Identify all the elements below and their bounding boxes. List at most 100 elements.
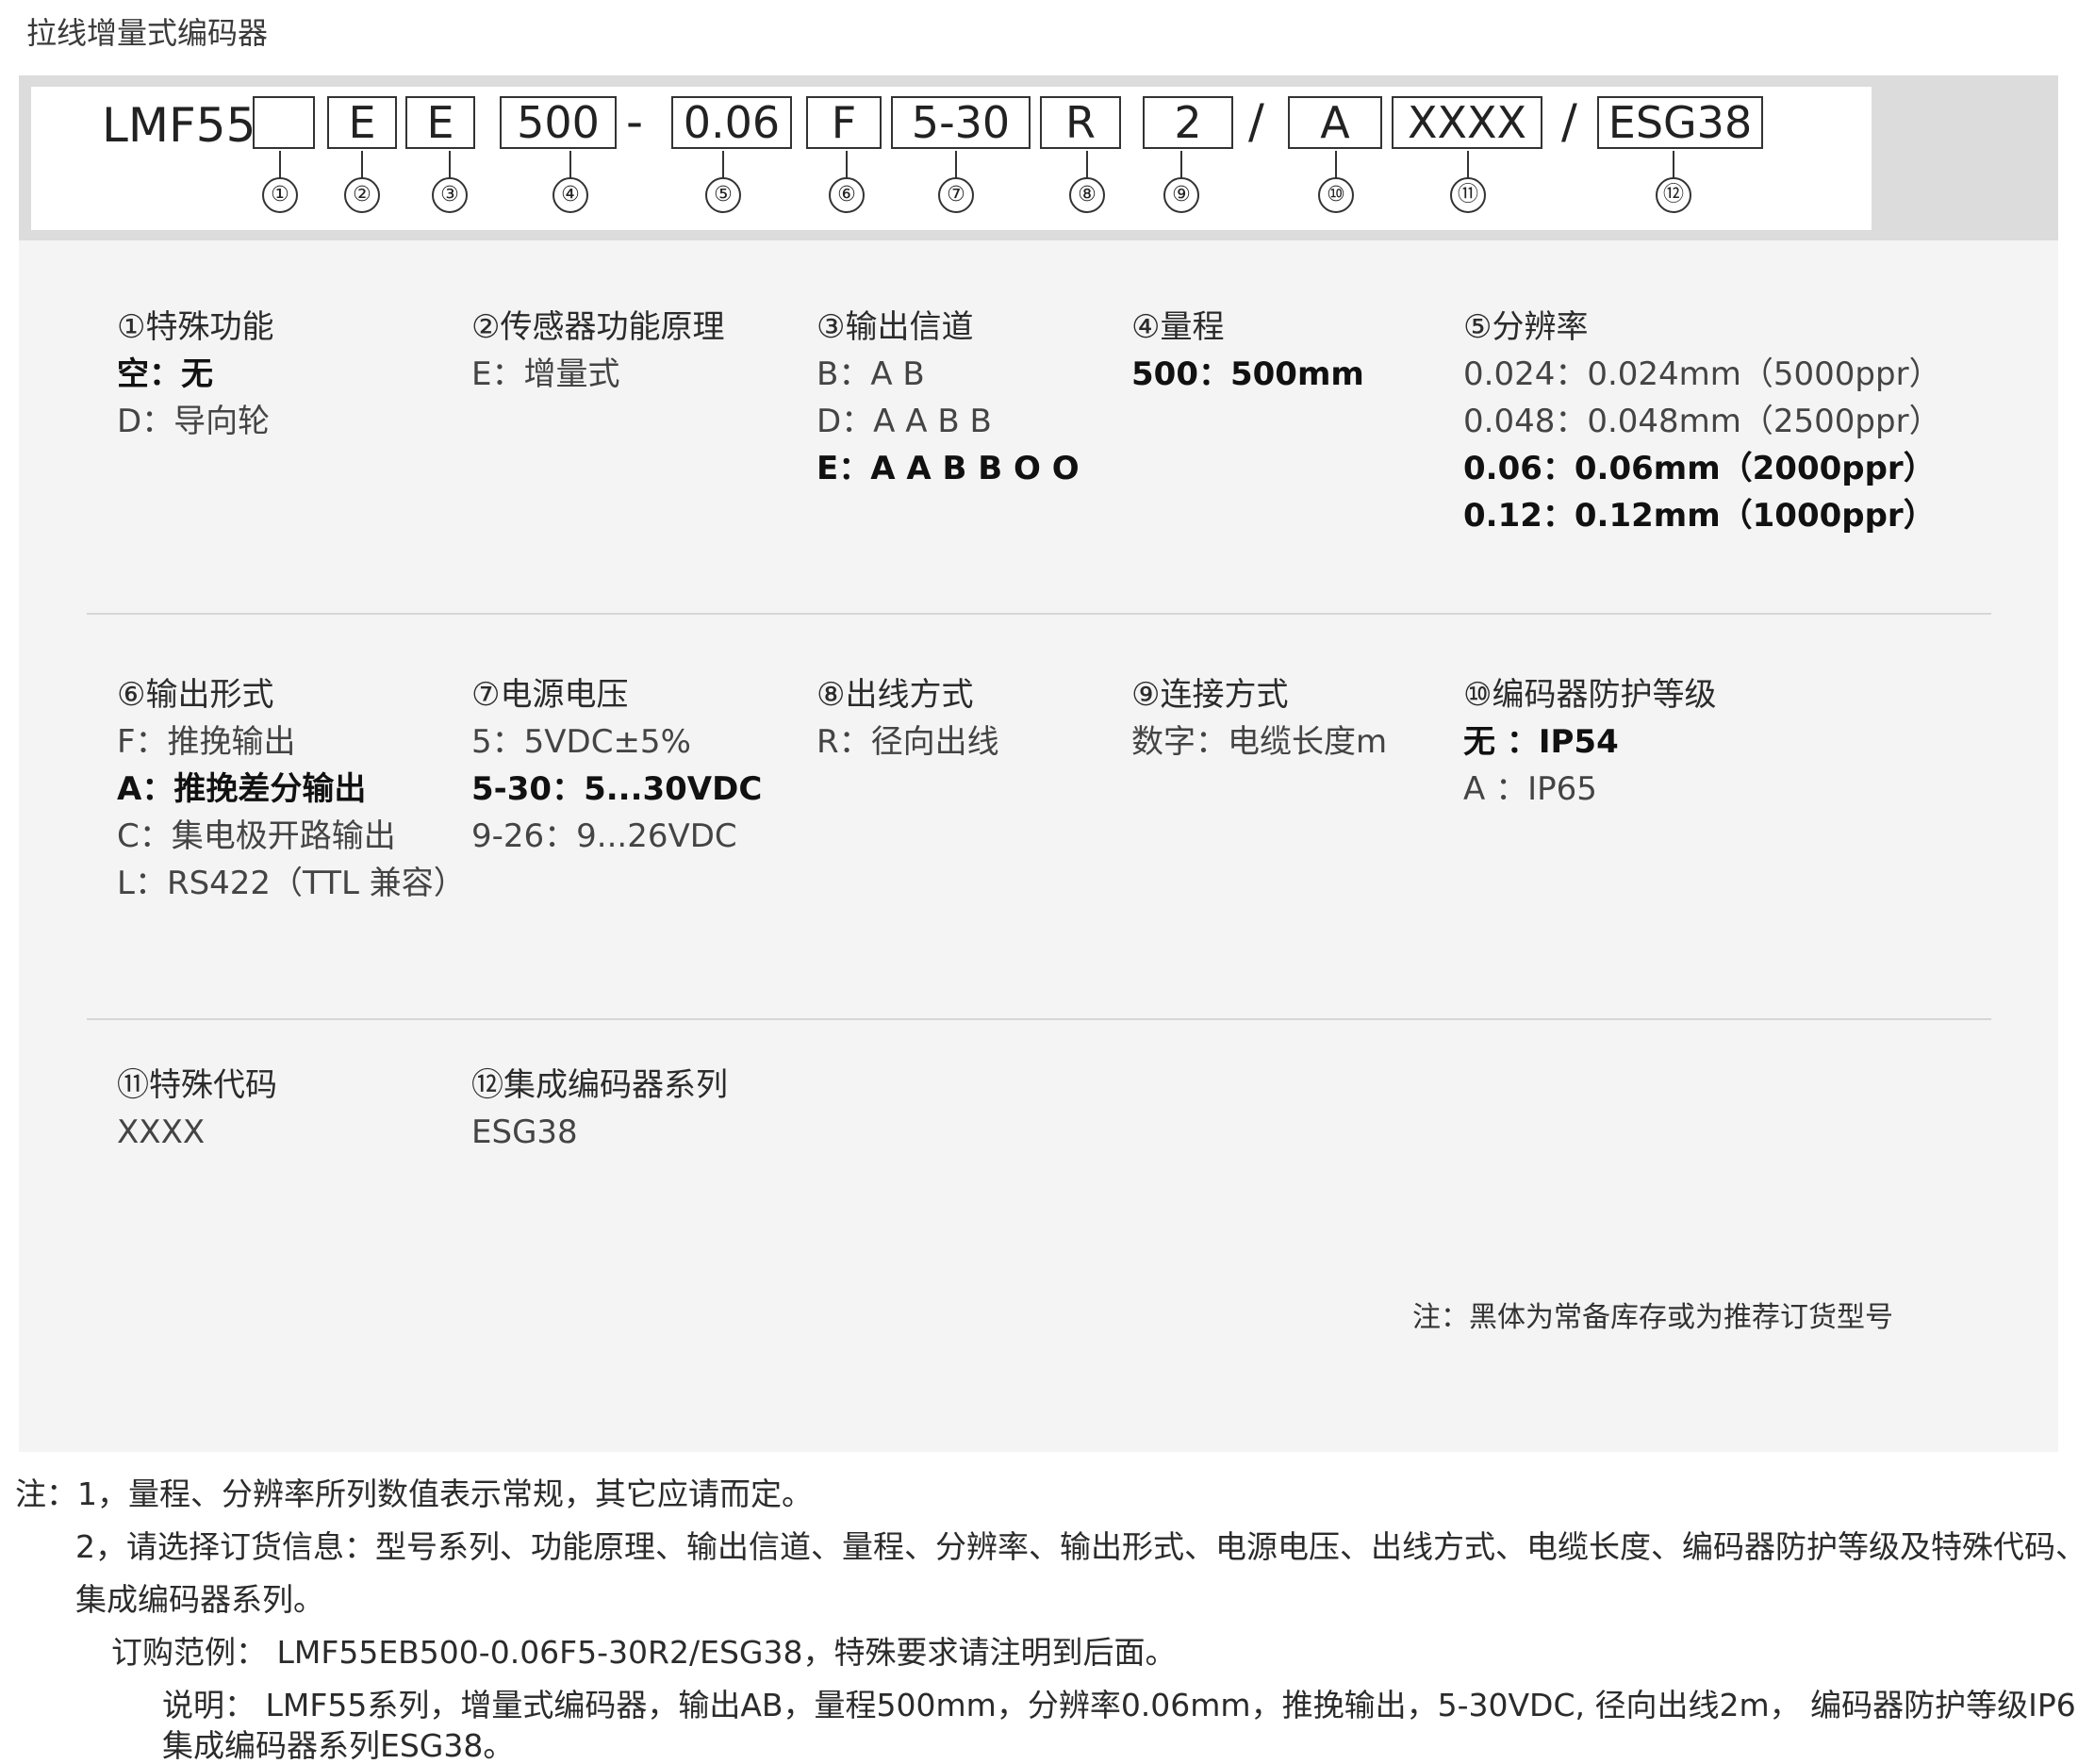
option-line: A：推挽差分输出: [117, 770, 367, 808]
order-example: 订购范例： LMF55EB500-0.06F5-30R2/ESG38，特殊要求请…: [111, 1634, 1177, 1671]
footer-note-2: 2，请选择订货信息：型号系列、功能原理、输出信道、量程、分辨率、输出形式、电源电…: [75, 1528, 2078, 1565]
option-line: XXXX: [117, 1113, 206, 1151]
page-title: 拉线增量式编码器: [26, 15, 269, 51]
model-prefix: LMF55: [102, 98, 256, 153]
option-line: 空：无: [117, 355, 213, 393]
section-heading: ⑩编码器防护等级: [1463, 676, 1717, 714]
marker-10: ⑩: [1318, 177, 1354, 213]
section-supply-voltage: ⑦电源电压 5：5VDC±5% 5-30：5...30VDC 9-26：9...…: [471, 671, 762, 860]
section-resolution: ⑤分辨率 0.024：0.024mm（5000ppr） 0.048：0.048m…: [1463, 304, 1941, 539]
code-box-3: E: [405, 96, 475, 149]
code-tick-3: [449, 151, 451, 179]
marker-1: ①: [262, 177, 298, 213]
code-box-5: 0.06: [671, 96, 792, 149]
option-line: D：导向轮: [117, 403, 271, 440]
section-sensor-principle: ②传感器功能原理 E：增量式: [471, 304, 724, 398]
section-heading: ⑦电源电压: [471, 676, 629, 714]
code-tick-5: [722, 151, 724, 179]
code-tick-4: [569, 151, 571, 179]
section-heading: ②传感器功能原理: [471, 308, 725, 346]
option-line: 9-26：9...26VDC: [471, 817, 737, 855]
option-line: 0.06：0.06mm（2000ppr）: [1463, 450, 1936, 487]
code-box-9: 2: [1143, 96, 1233, 149]
marker-11: ⑪: [1450, 177, 1486, 213]
option-line: 500：500mm: [1131, 355, 1364, 393]
section-special-function: ①特殊功能 空：无 D：导向轮: [117, 304, 273, 445]
code-box-6: F: [806, 96, 882, 149]
option-line: A ：IP65: [1463, 770, 1597, 808]
section-output-channel: ③输出信道 B：A B D：A A B B E：A A B B O O: [816, 304, 1080, 492]
section-connection: ⑨连接方式 数字：电缆长度m: [1131, 671, 1387, 766]
code-tick-11: [1467, 151, 1469, 179]
marker-7: ⑦: [938, 177, 974, 213]
footer-note-2-cont: 集成编码器系列。: [75, 1581, 324, 1618]
section-protection-class: ⑩编码器防护等级 无 ：IP54 A ：IP65: [1463, 671, 1716, 813]
option-line: 0.024：0.024mm（5000ppr）: [1463, 355, 1941, 393]
code-box-12: ESG38: [1597, 96, 1763, 149]
section-integrated-series: ⑫集成编码器系列 ESG38: [471, 1062, 728, 1156]
section-special-code: ⑪特殊代码 XXXX: [117, 1062, 277, 1156]
stock-note: 注：黑体为常备库存或为推荐订货型号: [1412, 1301, 1893, 1334]
example-explanation-cont: 集成编码器系列ESG38。: [162, 1727, 515, 1764]
option-line: E：增量式: [471, 355, 620, 393]
option-line: ESG38: [471, 1113, 578, 1151]
marker-12: ⑫: [1656, 177, 1691, 213]
code-tick-9: [1180, 151, 1182, 179]
option-line: 数字：电缆长度m: [1131, 723, 1388, 761]
example-explanation: 说明： LMF55系列，增量式编码器，输出AB，量程500mm，分辨率0.06m…: [162, 1687, 2078, 1723]
option-text: E：A A B B O O: [816, 450, 1080, 487]
section-heading: ⑧出线方式: [816, 676, 974, 714]
option-line: 无 ：IP54: [1463, 723, 1619, 761]
section-heading: ⑥输出形式: [117, 676, 274, 714]
code-box-8: R: [1040, 96, 1121, 149]
section-heading: ⑤分辨率: [1463, 308, 1589, 346]
marker-6: ⑥: [829, 177, 865, 213]
code-box-7: 5-30: [891, 96, 1031, 149]
code-box-11: XXXX: [1392, 96, 1542, 149]
option-line: 0.12：0.12mm（1000ppr）: [1463, 497, 1936, 535]
option-line: 5：5VDC±5%: [471, 723, 691, 761]
section-heading: ①特殊功能: [117, 308, 274, 346]
option-line: L：RS422（TTL 兼容）: [117, 865, 466, 902]
marker-2: ②: [344, 177, 380, 213]
marker-5: ⑤: [705, 177, 741, 213]
separator-slash-1: /: [1248, 94, 1264, 149]
separator-dash: -: [626, 94, 644, 149]
separator-slash-2: /: [1561, 94, 1577, 149]
option-line-overlined: D：A A B B: [816, 398, 1080, 445]
section-cable-exit: ⑧出线方式 R：径向出线: [816, 671, 999, 766]
section-heading: ⑪特殊代码: [117, 1066, 277, 1104]
code-tick-10: [1335, 151, 1337, 179]
section-heading: ⑨连接方式: [1131, 676, 1289, 714]
marker-4: ④: [552, 177, 588, 213]
option-line: 0.048：0.048mm（2500ppr）: [1463, 403, 1941, 440]
code-box-10: A: [1288, 96, 1382, 149]
footer-note-1: 注：1，量程、分辨率所列数值表示常规，其它应请而定。: [15, 1475, 813, 1512]
section-range: ④量程 500：500mm: [1131, 304, 1364, 398]
section-heading: ④量程: [1131, 308, 1225, 346]
code-tick-1: [279, 151, 281, 179]
option-text: D：A A B B: [816, 403, 992, 440]
code-tick-12: [1673, 151, 1674, 179]
marker-8: ⑧: [1069, 177, 1105, 213]
section-heading: ③输出信道: [816, 308, 974, 346]
option-line: F：推挽输出: [117, 723, 296, 761]
section-output-form: ⑥输出形式 F：推挽输出 A：推挽差分输出 C：集电极开路输出 L：RS422（…: [117, 671, 466, 907]
code-tick-8: [1086, 151, 1088, 179]
code-tick-7: [955, 151, 957, 179]
code-box-2: E: [327, 96, 397, 149]
marker-3: ③: [432, 177, 468, 213]
option-line: C：集电极开路输出: [117, 817, 396, 855]
code-box-4: 500: [500, 96, 617, 149]
section-heading: ⑫集成编码器系列: [471, 1066, 728, 1104]
option-line: 5-30：5...30VDC: [471, 770, 763, 808]
option-line: B：A B: [816, 355, 925, 393]
marker-9: ⑨: [1163, 177, 1199, 213]
code-box-1: [253, 96, 315, 149]
option-line: R：径向出线: [816, 723, 999, 761]
code-tick-6: [846, 151, 848, 179]
option-line-overlined: E：A A B B O O: [816, 445, 1080, 492]
code-tick-2: [361, 151, 363, 179]
divider: [87, 613, 1991, 615]
divider: [87, 1018, 1991, 1020]
